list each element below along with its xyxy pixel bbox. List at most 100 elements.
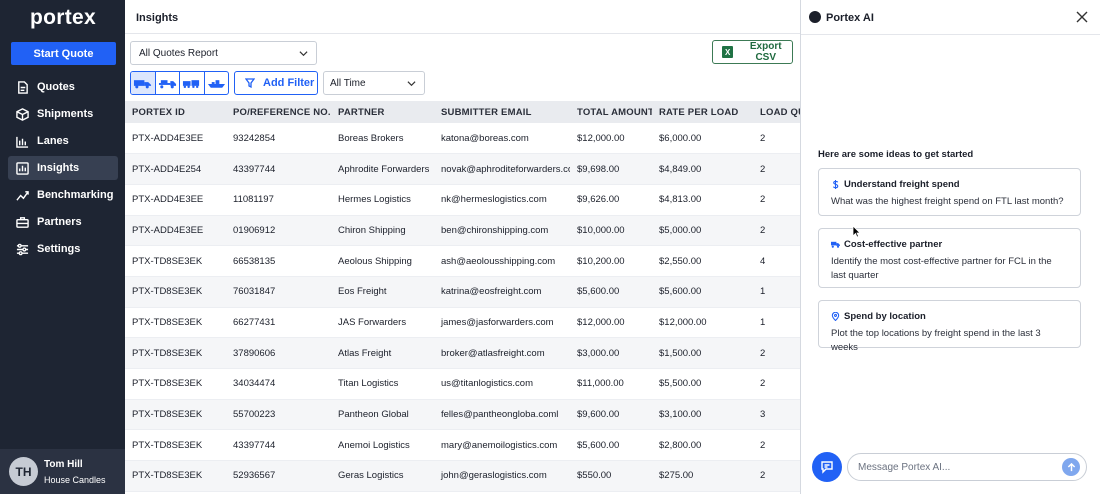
avatar: TH [9, 457, 38, 486]
portex-logo[interactable]: portex [30, 6, 96, 30]
sidebar-item-settings[interactable]: Settings [8, 237, 118, 261]
add-filter-button[interactable]: Add Filter [234, 71, 318, 95]
ship-icon [207, 79, 225, 88]
table-row[interactable]: PTX-TD8SE3EK 34034474 Titan Logistics us@ti… [125, 368, 800, 400]
table-cell: $9,600.00 [570, 399, 652, 431]
chat-icon [821, 461, 833, 474]
user-name: Tom Hill [44, 459, 83, 470]
table-cell: 55700223 [226, 399, 331, 431]
table-cell: felles@pantheongloba.coml [434, 399, 570, 431]
table-row[interactable]: PTX-TD8SE3EK 76031847 Eos Freight katrina@e… [125, 276, 800, 308]
column-header[interactable]: RATE PER LOAD [652, 101, 753, 123]
trend-icon [16, 190, 29, 201]
filter-icon [245, 78, 255, 88]
table-cell: 2 [753, 368, 800, 400]
table-cell: PTX-TD8SE3EK [125, 337, 226, 369]
transport-mode-toggle [130, 71, 229, 95]
table-cell: $550.00 [570, 460, 652, 492]
table-cell: 2 [753, 429, 800, 462]
idea-card-spend-by-location[interactable]: Spend by location Plot the top locations… [818, 300, 1081, 353]
sidebar-item-label: Settings [37, 243, 81, 255]
table-row[interactable]: PTX-ADD4E3EE 01906912 Chiron Shipping ben@c… [125, 215, 800, 247]
sidebar-item-label: Benchmarking [37, 189, 114, 201]
main-content: Insights All Quotes Report X Export CSV … [125, 0, 800, 494]
mode-ocean[interactable] [205, 72, 229, 94]
idea-card-body: What was the highest freight spend on FT… [831, 196, 1064, 207]
table-cell: $5,500.00 [652, 368, 753, 400]
export-csv-button[interactable]: X Export CSV [712, 40, 793, 64]
sidebar-item-partners[interactable]: Partners [8, 210, 118, 234]
table-cell: $12,000.00 [652, 307, 753, 339]
table-row[interactable]: PTX-ADD4E3EE 93242854 Boreas Brokers katona… [125, 123, 800, 155]
mode-truck[interactable] [131, 72, 156, 94]
send-button[interactable] [1062, 458, 1080, 476]
table-cell: novak@aphroditeforwarders.com [434, 153, 570, 185]
start-quote-button[interactable]: Start Quote [11, 42, 116, 65]
table-row[interactable]: PTX-TD8SE3EK 43397744 Anemoi Logistics mary… [125, 429, 800, 462]
sidebar-item-benchmarking[interactable]: Benchmarking [8, 183, 118, 207]
idea-card-body: Plot the top locations by freight spend … [831, 328, 1041, 353]
column-header[interactable]: SUBMITTER EMAIL [434, 101, 570, 123]
table-row[interactable]: PTX-TD8SE3EK 66277431 JAS Forwarders james@… [125, 307, 800, 339]
table-cell: $9,626.00 [570, 184, 652, 216]
idea-card-freight-spend[interactable]: Understand freight spend What was the hi… [818, 168, 1081, 216]
portex-ai-logo-icon [809, 11, 821, 23]
table-cell: 2 [753, 215, 800, 247]
mouse-cursor-icon [852, 225, 861, 238]
table-cell: 34034474 [226, 368, 331, 400]
column-header[interactable]: PARTNER [331, 101, 434, 123]
mode-rail[interactable] [180, 72, 205, 94]
column-header[interactable]: LOAD QU [753, 101, 800, 123]
sidebar-item-lanes[interactable]: Lanes [8, 129, 118, 153]
sidebar-item-label: Partners [37, 216, 82, 228]
sidebar-item-label: Shipments [37, 108, 94, 120]
table-cell: PTX-ADD4E3EE [125, 184, 226, 216]
table-cell: $5,600.00 [652, 276, 753, 308]
time-range-select[interactable]: All Time [323, 71, 425, 95]
table-row[interactable]: PTX-TD8SE3EK 66538135 Aeolous Shipping ash@… [125, 245, 800, 277]
sidebar-item-insights[interactable]: Insights [8, 156, 118, 180]
message-input[interactable] [847, 453, 1087, 481]
excel-icon: X [722, 46, 734, 58]
table-row[interactable]: PTX-ADD4E3EE 11081197 Hermes Logistics nk@h… [125, 184, 800, 216]
table-cell: PTX-TD8SE3EK [125, 460, 226, 492]
column-header[interactable]: PO/REFERENCE NO. [226, 101, 331, 123]
table-cell: james@jasforwarders.com [434, 307, 570, 339]
table-cell: Aphrodite Forwarders [331, 153, 434, 185]
idea-card-header: Cost-effective partner [831, 239, 1068, 250]
sidebar-item-shipments[interactable]: Shipments [8, 102, 118, 126]
table-row[interactable]: PTX-TD8SE3EK 37890606 Atlas Freight broker@… [125, 337, 800, 369]
column-header[interactable]: PORTEX ID [125, 101, 226, 123]
table-cell: mary@anemoilogistics.com [434, 429, 570, 462]
table-cell: $12,000.00 [570, 307, 652, 339]
truck-icon [134, 79, 152, 88]
report-select[interactable]: All Quotes Report [130, 41, 317, 65]
quote-doc-icon [18, 80, 28, 94]
user-profile[interactable]: TH Tom Hill House Candles [0, 449, 125, 494]
column-header[interactable]: TOTAL AMOUNT [570, 101, 652, 123]
table-cell: 2 [753, 153, 800, 185]
truck-icon [831, 241, 840, 248]
sidebar-item-label: Quotes [37, 81, 75, 93]
mode-flatbed[interactable] [156, 72, 180, 94]
sidebar-item-label: Lanes [37, 135, 69, 147]
table-cell: $10,000.00 [570, 215, 652, 247]
table-row[interactable]: PTX-TD8SE3EK 55700223 Pantheon Global felle… [125, 399, 800, 431]
table-cell: Aeolous Shipping [331, 245, 434, 277]
sidebar-item-quotes[interactable]: Quotes [8, 75, 118, 99]
chat-history-button[interactable] [812, 452, 842, 482]
table-cell: Hermes Logistics [331, 184, 434, 216]
idea-card-title: Spend by location [844, 311, 926, 322]
table-cell: 52936567 [226, 460, 331, 492]
close-icon[interactable] [1076, 11, 1088, 23]
dollar-icon [832, 180, 839, 189]
chevron-down-icon [407, 81, 416, 87]
add-filter-label: Add Filter [263, 77, 315, 89]
table-row[interactable]: PTX-ADD4E254 43397744 Aphrodite Forwarders… [125, 153, 800, 185]
table-cell: broker@atlasfreight.com [434, 337, 570, 369]
table-cell: 1 [753, 307, 800, 339]
table-cell: $12,000.00 [570, 123, 652, 155]
table-cell: PTX-ADD4E3EE [125, 123, 226, 155]
table-row[interactable]: PTX-TD8SE3EK 52936567 Geras Logistics john@… [125, 460, 800, 492]
table-cell: PTX-ADD4E254 [125, 153, 226, 185]
